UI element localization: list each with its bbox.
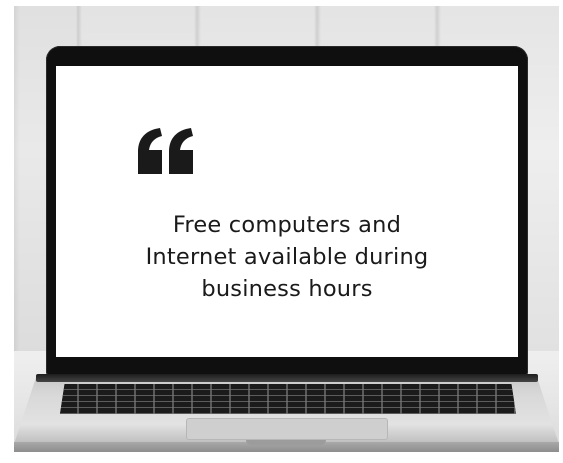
laptop-screen: Free computers and Internet available du… — [56, 66, 518, 357]
screen-message-line-1: Free computers and — [172, 212, 402, 238]
quotation-mark-icon — [138, 128, 193, 174]
laptop-photo: Free computers and Internet available du… — [14, 6, 559, 452]
lid-notch — [246, 440, 326, 445]
trackpad — [186, 418, 388, 440]
screen-message-line-3: business hours — [201, 276, 373, 302]
laptop-lid: Free computers and Internet available du… — [46, 46, 528, 376]
screen-message-line-2: Internet available during — [145, 244, 429, 270]
screen-message: Free computers and Internet available du… — [56, 209, 518, 305]
laptop-hinge — [36, 374, 538, 382]
keyboard-rows — [60, 384, 516, 414]
